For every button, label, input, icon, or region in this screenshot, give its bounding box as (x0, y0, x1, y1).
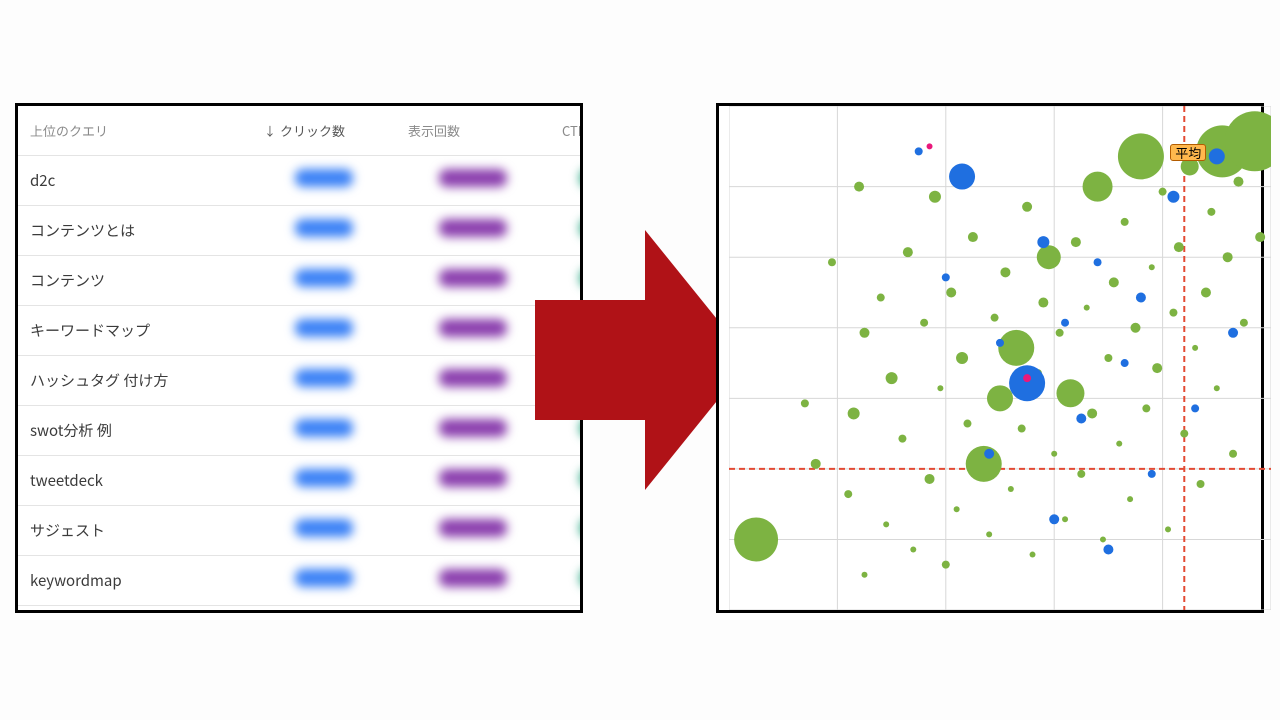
table-row[interactable]: ハッシュタグ 付け方 (18, 356, 583, 406)
cell-ctr (550, 506, 583, 556)
bubble-chart-panel: 平均 (716, 103, 1264, 613)
cell-impressions (396, 156, 550, 206)
query-table-panel: 上位のクエリ ↓クリック数 表示回数 CTR d2cコンテンツとはコンテンツキー… (15, 103, 583, 613)
header-clicks[interactable]: ↓クリック数 (252, 106, 396, 156)
cell-impressions (396, 356, 550, 406)
cell-query: コンテンツ (18, 256, 252, 306)
cell-query: キーワードマップ (18, 306, 252, 356)
cell-clicks (252, 156, 396, 206)
cell-impressions (396, 306, 550, 356)
cell-clicks (252, 506, 396, 556)
cell-ctr (550, 156, 583, 206)
cell-clicks (252, 256, 396, 306)
table-row[interactable]: d2c (18, 156, 583, 206)
cell-impressions (396, 206, 550, 256)
table-row[interactable]: サジェスト (18, 506, 583, 556)
header-impressions[interactable]: 表示回数 (396, 106, 550, 156)
cell-query: サジェスト (18, 506, 252, 556)
cell-clicks (252, 306, 396, 356)
header-clicks-label: クリック数 (280, 121, 345, 140)
cell-impressions (396, 556, 550, 606)
bubble-chart (729, 106, 1271, 610)
cell-clicks (252, 406, 396, 456)
cell-impressions (396, 456, 550, 506)
table-row[interactable]: keywordmap (18, 556, 583, 606)
cell-query: d2c (18, 156, 252, 206)
cell-query: swot分析 例 (18, 406, 252, 456)
query-table: 上位のクエリ ↓クリック数 表示回数 CTR d2cコンテンツとはコンテンツキー… (18, 106, 583, 606)
cell-impressions (396, 256, 550, 306)
cell-clicks (252, 456, 396, 506)
sort-down-icon: ↓ (264, 123, 276, 140)
table-row[interactable]: キーワードマップ (18, 306, 583, 356)
table-row[interactable]: tweetdeck (18, 456, 583, 506)
table-row[interactable]: swot分析 例 (18, 406, 583, 456)
cell-impressions (396, 506, 550, 556)
cell-ctr (550, 556, 583, 606)
cell-clicks (252, 356, 396, 406)
cell-impressions (396, 406, 550, 456)
header-query[interactable]: 上位のクエリ (18, 106, 252, 156)
avg-label-badge: 平均 (1170, 144, 1206, 161)
cell-clicks (252, 556, 396, 606)
cell-clicks (252, 206, 396, 256)
cell-query: コンテンツとは (18, 206, 252, 256)
table-row[interactable]: コンテンツ (18, 256, 583, 306)
table-row[interactable]: コンテンツとは (18, 206, 583, 256)
cell-query: keywordmap (18, 556, 252, 606)
header-ctr[interactable]: CTR (550, 106, 583, 156)
cell-query: ハッシュタグ 付け方 (18, 356, 252, 406)
table-header-row: 上位のクエリ ↓クリック数 表示回数 CTR (18, 106, 583, 156)
cell-query: tweetdeck (18, 456, 252, 506)
